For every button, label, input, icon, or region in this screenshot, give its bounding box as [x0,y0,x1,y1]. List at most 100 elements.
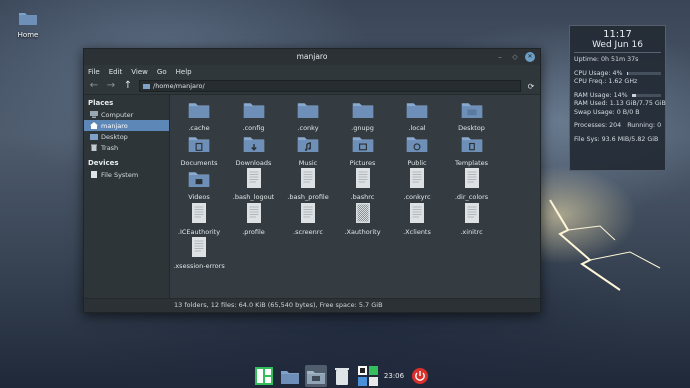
conky-uptime: Uptime: 0h 51m 37s [574,56,639,63]
sidebar: Places Computer manjaro Desktop Trash De… [84,95,170,298]
conky-running: Running: 0 [627,122,662,129]
home-folder-icon [19,13,37,25]
minimize-button[interactable]: – [495,52,505,62]
dock: 23:06 [250,364,440,388]
dock-trash-button[interactable] [331,365,353,387]
sidebar-devices-header: Devices [88,159,119,167]
text-file-icon [282,166,334,190]
file-item[interactable]: .xinitrc [446,201,498,236]
file-item[interactable]: .profile [228,201,280,236]
file-grid: .cache .config .conky .gnupg .local Desktop Do… [170,95,540,298]
folder-item[interactable]: Music [282,132,334,167]
sidebar-item-label: File System [101,170,139,179]
text-file-icon [173,201,225,225]
folder-item[interactable]: .cache [173,97,225,132]
folder-item[interactable]: .local [391,97,443,132]
folder-icon [143,84,150,89]
folder-item[interactable]: .config [228,97,280,132]
folder-icon [446,97,498,121]
folder-icon [282,97,334,121]
titlebar[interactable]: manjaro – ◇ ✕ [84,49,540,65]
forward-button[interactable]: → [105,80,117,92]
menu-edit[interactable]: Edit [109,68,123,76]
maximize-button[interactable]: ◇ [510,52,520,62]
folder-icon [391,132,443,156]
menu-view[interactable]: View [131,68,148,76]
file-manager-icon [307,370,325,384]
file-item[interactable]: .conkyrc [391,166,443,201]
file-item[interactable]: .Xclients [391,201,443,236]
multitask-icon [358,366,378,386]
file-name: .xinitrc [460,227,483,236]
power-button[interactable] [409,365,431,387]
file-item[interactable]: .bash_logout [228,166,280,201]
manjaro-logo-icon [255,367,273,385]
status-bar: 13 folders, 12 files: 64.0 KiB (65,540 b… [84,298,540,312]
file-item[interactable]: .dir_colors [446,166,498,201]
text-file-icon [173,235,225,259]
file-name: .xsession-errors [173,262,225,270]
file-item[interactable]: .bashrc [337,166,389,201]
sidebar-item-label: Desktop [101,132,128,141]
folder-icon [282,132,334,156]
drive-icon [91,171,97,178]
sidebar-item-trash[interactable]: Trash [84,142,169,153]
folder-item[interactable]: .gnupg [337,97,389,132]
dock-multitask-button[interactable] [357,365,379,387]
folder-item[interactable]: Videos [173,166,225,201]
back-button[interactable]: ← [88,80,100,92]
up-button[interactable]: ↑ [122,80,134,92]
file-item[interactable]: .Xauthority [337,201,389,236]
folder-icon [173,132,225,156]
file-item[interactable]: .ICEauthority [173,201,225,236]
folder-item[interactable]: Public [391,132,443,167]
sidebar-item-filesystem[interactable]: File System [84,169,169,180]
text-file-icon [446,201,498,225]
dock-file-manager-button[interactable] [305,365,327,387]
manjaro-menu-button[interactable] [253,365,275,387]
dock-clock: 23:06 [383,372,405,380]
folder-item[interactable]: .conky [282,97,334,132]
conky-ram-usage: RAM Usage: 14% [574,91,628,99]
power-icon [412,368,428,384]
text-file-icon [282,201,334,225]
desktop-home-label: Home [17,31,39,39]
conky-time: 11:17 [603,29,632,40]
dock-folder-button[interactable] [279,365,301,387]
window-title: manjaro [296,52,328,61]
text-file-icon [391,166,443,190]
lightning-background [549,199,661,291]
menu-help[interactable]: Help [176,68,192,76]
cpu-usage-bar [626,72,661,76]
conky-cpu-usage: CPU Usage: 4% [574,69,623,77]
sidebar-item-manjaro[interactable]: manjaro [84,120,169,131]
sidebar-item-computer[interactable]: Computer [84,109,169,120]
location-bar[interactable]: /home/manjaro/ [139,80,521,92]
folder-item[interactable]: Desktop [446,97,498,132]
sidebar-places-header: Places [88,99,114,107]
menu-go[interactable]: Go [157,68,167,76]
home-icon [90,122,98,129]
close-button[interactable]: ✕ [525,52,535,62]
folder-icon [173,97,225,121]
folder-item[interactable]: Downloads [228,132,280,167]
location-path: /home/manjaro/ [153,82,205,90]
folder-icon [228,132,280,156]
folder-icon [446,132,498,156]
file-name: .profile [242,227,265,236]
sidebar-item-label: manjaro [101,121,128,130]
reload-button[interactable]: ⟳ [526,82,536,91]
conky-swap-usage: Swap Usage: 0 B/0 B [574,108,640,116]
folder-item[interactable]: Documents [173,132,225,167]
conky-ram-used: RAM Used: 1.13 GiB/7.75 GiB [574,100,666,107]
folder-icon [173,166,225,190]
binary-file-icon [337,201,389,225]
folder-item[interactable]: Templates [446,132,498,167]
folder-item[interactable]: Pictures [337,132,389,167]
file-item[interactable]: .screenrc [282,201,334,236]
menu-file[interactable]: File [88,68,100,76]
file-item[interactable]: .bash_profile [282,166,334,201]
sidebar-item-desktop[interactable]: Desktop [84,131,169,142]
desktop-home-icon[interactable]: Home [8,10,48,39]
file-item[interactable]: .xsession-errors [173,235,225,270]
